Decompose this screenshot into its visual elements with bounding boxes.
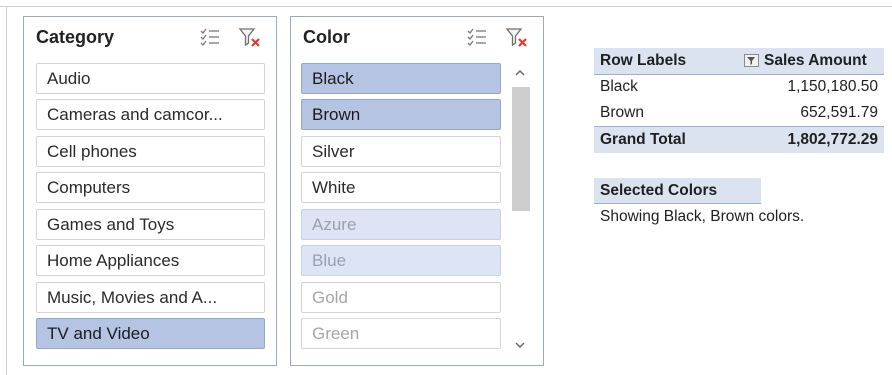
grand-total-row: Grand Total 1,802,772.29 — [594, 126, 884, 153]
chevron-up-icon[interactable] — [509, 63, 531, 85]
row-label: Black — [600, 78, 638, 95]
slicer-item-music[interactable]: Music, Movies and A... — [36, 282, 265, 313]
grand-total-label: Grand Total — [600, 131, 686, 148]
slicer-title: Category — [36, 27, 115, 47]
slicer-header: Category — [24, 17, 276, 59]
color-slicer[interactable]: Color Black Brown Silver White Azure Blu… — [290, 16, 544, 366]
pivot-header-row: Row Labels Sales Amount — [594, 48, 884, 75]
slicer-item-blue[interactable]: Blue — [301, 245, 501, 276]
slicer-item-games[interactable]: Games and Toys — [36, 209, 265, 240]
sales-amount-header: Sales Amount — [764, 52, 867, 69]
grand-total-value: 1,802,772.29 — [787, 131, 878, 148]
multi-select-icon[interactable] — [198, 26, 222, 50]
sheet-frame-left — [6, 6, 7, 375]
slicer-header: Color — [291, 17, 543, 59]
vertical-scrollbar[interactable] — [509, 63, 531, 357]
pivot-row: Brown 652,591.79 — [594, 100, 884, 125]
selected-colors-heading: Selected Colors — [594, 178, 761, 204]
row-value: 1,150,180.50 — [787, 78, 878, 95]
multi-select-icon[interactable] — [465, 26, 489, 50]
scroll-thumb[interactable] — [512, 87, 530, 211]
row-value: 652,591.79 — [800, 104, 878, 121]
slicer-item-silver[interactable]: Silver — [301, 136, 501, 167]
slicer-title: Color — [303, 27, 350, 47]
slicer-item-brown[interactable]: Brown — [301, 99, 501, 130]
row-labels-header: Row Labels — [600, 52, 687, 69]
slicer-item-green[interactable]: Green — [301, 318, 501, 349]
pivot-row: Black 1,150,180.50 — [594, 74, 884, 99]
chevron-down-icon[interactable] — [509, 335, 531, 357]
slicer-item-gold[interactable]: Gold — [301, 282, 501, 313]
slicer-item-cell-phones[interactable]: Cell phones — [36, 136, 265, 167]
clear-filter-icon[interactable] — [505, 26, 529, 50]
sheet-frame-top — [0, 6, 892, 7]
slicer-item-black[interactable]: Black — [301, 63, 501, 94]
filter-dropdown-icon[interactable] — [744, 54, 759, 67]
slicer-item-azure[interactable]: Azure — [301, 209, 501, 240]
slicer-item-tv-video[interactable]: TV and Video — [36, 318, 265, 349]
row-label: Brown — [600, 104, 644, 121]
clear-filter-icon[interactable] — [238, 26, 262, 50]
slicer-item-white[interactable]: White — [301, 172, 501, 203]
selected-colors-text: Showing Black, Brown colors. — [600, 208, 805, 225]
slicer-item-audio[interactable]: Audio — [36, 63, 265, 94]
slicer-item-home-appliances[interactable]: Home Appliances — [36, 245, 265, 276]
slicer-item-cameras[interactable]: Cameras and camcor... — [36, 99, 265, 130]
category-slicer[interactable]: Category Audio Cameras and camcor... Cel… — [23, 16, 277, 366]
slicer-item-computers[interactable]: Computers — [36, 172, 265, 203]
